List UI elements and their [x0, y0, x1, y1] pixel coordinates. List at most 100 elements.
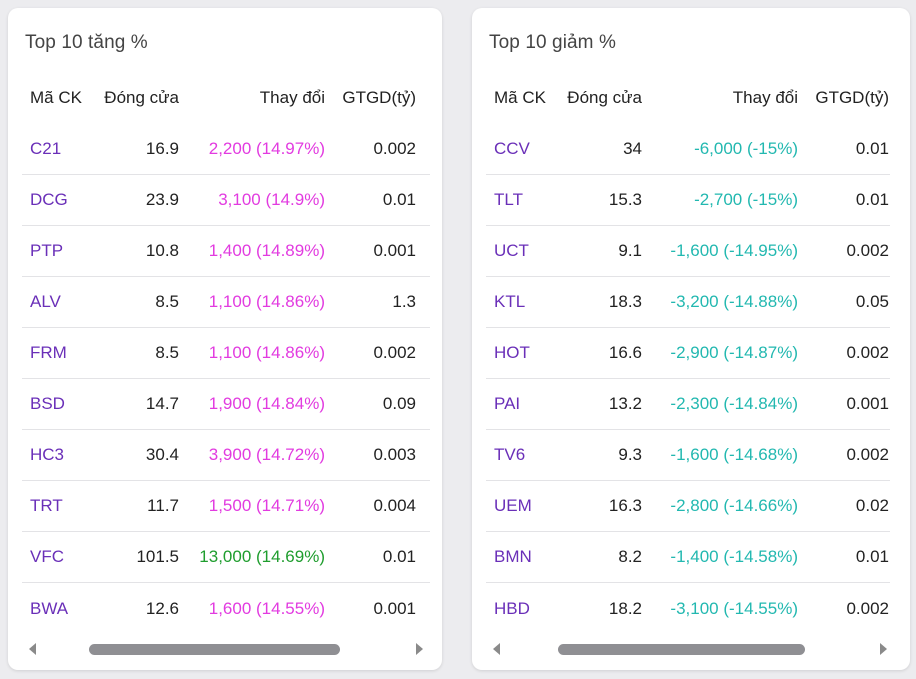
price-change: 1,900 (14.84%) — [208, 394, 325, 413]
caret-right-icon[interactable] — [416, 643, 423, 655]
close-price: 8.5 — [155, 343, 179, 362]
col-header-symbol[interactable]: Mã CK — [22, 88, 92, 108]
symbol-link[interactable]: CCV — [486, 139, 556, 159]
close-price: 101.5 — [136, 547, 179, 566]
trade-value: 0.01 — [382, 547, 416, 566]
top-gainers-title: Top 10 tăng % — [25, 32, 148, 53]
price-change: -3,200 (-14.88%) — [670, 292, 798, 311]
trade-value: 0.01 — [382, 190, 416, 209]
trade-value: 0.05 — [855, 292, 889, 311]
table-row[interactable]: PTP 10.8 1,400 (14.89%) 0.001 — [22, 226, 430, 277]
scrollbar-thumb[interactable] — [89, 644, 340, 655]
horizontal-scrollbar[interactable] — [490, 636, 890, 662]
price-change: -2,700 (-15%) — [694, 190, 798, 209]
table-row[interactable]: C21 16.9 2,200 (14.97%) 0.002 — [22, 124, 430, 175]
close-price: 18.2 — [608, 598, 642, 618]
trade-value: 0.003 — [373, 445, 416, 464]
top-losers-card: Top 10 giảm % Mã CK Đóng cửa Thay đổi GT… — [472, 8, 910, 670]
symbol-link[interactable]: DCG — [22, 190, 92, 210]
scrollbar-thumb[interactable] — [558, 644, 805, 655]
price-change: 1,600 (14.55%) — [208, 598, 325, 618]
trade-value: 0.002 — [846, 445, 889, 464]
price-change: 2,200 (14.97%) — [208, 139, 325, 158]
price-change: 3,900 (14.72%) — [208, 445, 325, 464]
top-losers-rows: CCV 34 -6,000 (-15%) 0.01 TLT 15.3 -2,700 (-15… — [486, 124, 890, 634]
table-row[interactable]: FRM 8.5 1,100 (14.86%) 0.002 — [22, 328, 430, 379]
symbol-link[interactable]: HC3 — [22, 445, 92, 465]
table-row[interactable]: UCT 9.1 -1,600 (-14.95%) 0.002 — [486, 226, 890, 277]
symbol-link[interactable]: UCT — [486, 241, 556, 261]
symbol-link[interactable]: BSD — [22, 394, 92, 414]
table-row[interactable]: ALV 8.5 1,100 (14.86%) 1.3 — [22, 277, 430, 328]
table-row[interactable]: HC3 30.4 3,900 (14.72%) 0.003 — [22, 430, 430, 481]
symbol-link[interactable]: PAI — [486, 394, 556, 414]
trade-value: 1.3 — [392, 292, 416, 311]
price-change: -2,800 (-14.66%) — [670, 496, 798, 515]
table-row[interactable]: BMN 8.2 -1,400 (-14.58%) 0.01 — [486, 532, 890, 583]
price-change: -3,100 (-14.55%) — [670, 598, 798, 618]
top-gainers-rows: C21 16.9 2,200 (14.97%) 0.002 DCG 23.9 3,100 (… — [22, 124, 430, 634]
top-gainers-card: Top 10 tăng % Mã CK Đóng cửa Thay đổi GT… — [8, 8, 442, 670]
symbol-link[interactable]: FRM — [22, 343, 92, 363]
symbol-link[interactable]: TRT — [22, 496, 92, 516]
price-change: -1,600 (-14.68%) — [670, 445, 798, 464]
caret-right-icon[interactable] — [880, 643, 887, 655]
close-price: 10.8 — [145, 241, 179, 260]
table-row[interactable]: TV6 9.3 -1,600 (-14.68%) 0.002 — [486, 430, 890, 481]
trade-value: 0.001 — [373, 241, 416, 260]
symbol-link[interactable]: HOT — [486, 343, 556, 363]
trade-value: 0.001 — [373, 598, 416, 618]
table-row[interactable]: BWA 12.6 1,600 (14.55%) 0.001 — [22, 583, 430, 634]
symbol-link[interactable]: BMN — [486, 547, 556, 567]
symbol-link[interactable]: TLT — [486, 190, 556, 210]
symbol-link[interactable]: C21 — [22, 139, 92, 159]
col-header-change[interactable]: Thay đổi — [642, 88, 798, 108]
symbol-link[interactable]: HBD — [486, 599, 556, 619]
top-gainers-table[interactable]: Mã CK Đóng cửa Thay đổi GTGD(tỷ) C21 16.9… — [22, 72, 430, 634]
horizontal-scrollbar[interactable] — [26, 636, 426, 662]
table-row[interactable]: HBD 18.2 -3,100 (-14.55%) 0.002 — [486, 583, 890, 634]
symbol-link[interactable]: PTP — [22, 241, 92, 261]
trade-value: 0.09 — [382, 394, 416, 413]
table-row[interactable]: PAI 13.2 -2,300 (-14.84%) 0.001 — [486, 379, 890, 430]
trade-value: 0.002 — [373, 139, 416, 158]
close-price: 34 — [623, 139, 642, 158]
table-row[interactable]: DCG 23.9 3,100 (14.9%) 0.01 — [22, 175, 430, 226]
table-row[interactable]: KTL 18.3 -3,200 (-14.88%) 0.05 — [486, 277, 890, 328]
trade-value: 0.004 — [373, 496, 416, 515]
col-header-symbol[interactable]: Mã CK — [486, 88, 556, 108]
col-header-change[interactable]: Thay đổi — [179, 88, 325, 108]
table-row[interactable]: HOT 16.6 -2,900 (-14.87%) 0.002 — [486, 328, 890, 379]
symbol-link[interactable]: ALV — [22, 292, 92, 312]
top-losers-title: Top 10 giảm % — [489, 32, 616, 53]
close-price: 8.2 — [618, 547, 642, 566]
price-change: -2,300 (-14.84%) — [670, 394, 798, 413]
table-row[interactable]: TRT 11.7 1,500 (14.71%) 0.004 — [22, 481, 430, 532]
col-header-close[interactable]: Đóng cửa — [92, 88, 179, 108]
trade-value: 0.01 — [855, 190, 889, 209]
caret-left-icon[interactable] — [29, 643, 36, 655]
close-price: 14.7 — [145, 394, 179, 413]
top-losers-table[interactable]: Mã CK Đóng cửa Thay đổi GTGD(tỷ) CCV 34 -6… — [486, 72, 890, 634]
col-header-close[interactable]: Đóng cửa — [556, 88, 642, 108]
symbol-link[interactable]: BWA — [22, 599, 92, 619]
table-row[interactable]: BSD 14.7 1,900 (14.84%) 0.09 — [22, 379, 430, 430]
price-change: 3,100 (14.9%) — [218, 190, 325, 209]
table-row[interactable]: VFC 101.5 13,000 (14.69%) 0.01 — [22, 532, 430, 583]
table-row[interactable]: TLT 15.3 -2,700 (-15%) 0.01 — [486, 175, 890, 226]
col-header-value[interactable]: GTGD(tỷ) — [325, 88, 416, 108]
trade-value: 0.02 — [855, 496, 889, 515]
trade-value: 0.002 — [846, 241, 889, 260]
symbol-link[interactable]: VFC — [22, 547, 92, 567]
table-row[interactable]: CCV 34 -6,000 (-15%) 0.01 — [486, 124, 890, 175]
symbol-link[interactable]: TV6 — [486, 445, 556, 465]
trade-value: 0.002 — [846, 343, 889, 362]
caret-left-icon[interactable] — [493, 643, 500, 655]
symbol-link[interactable]: UEM — [486, 496, 556, 516]
price-change: -2,900 (-14.87%) — [670, 343, 798, 362]
close-price: 12.6 — [145, 598, 179, 618]
symbol-link[interactable]: KTL — [486, 292, 556, 312]
close-price: 16.9 — [145, 139, 179, 158]
col-header-value[interactable]: GTGD(tỷ) — [798, 88, 889, 108]
table-row[interactable]: UEM 16.3 -2,800 (-14.66%) 0.02 — [486, 481, 890, 532]
